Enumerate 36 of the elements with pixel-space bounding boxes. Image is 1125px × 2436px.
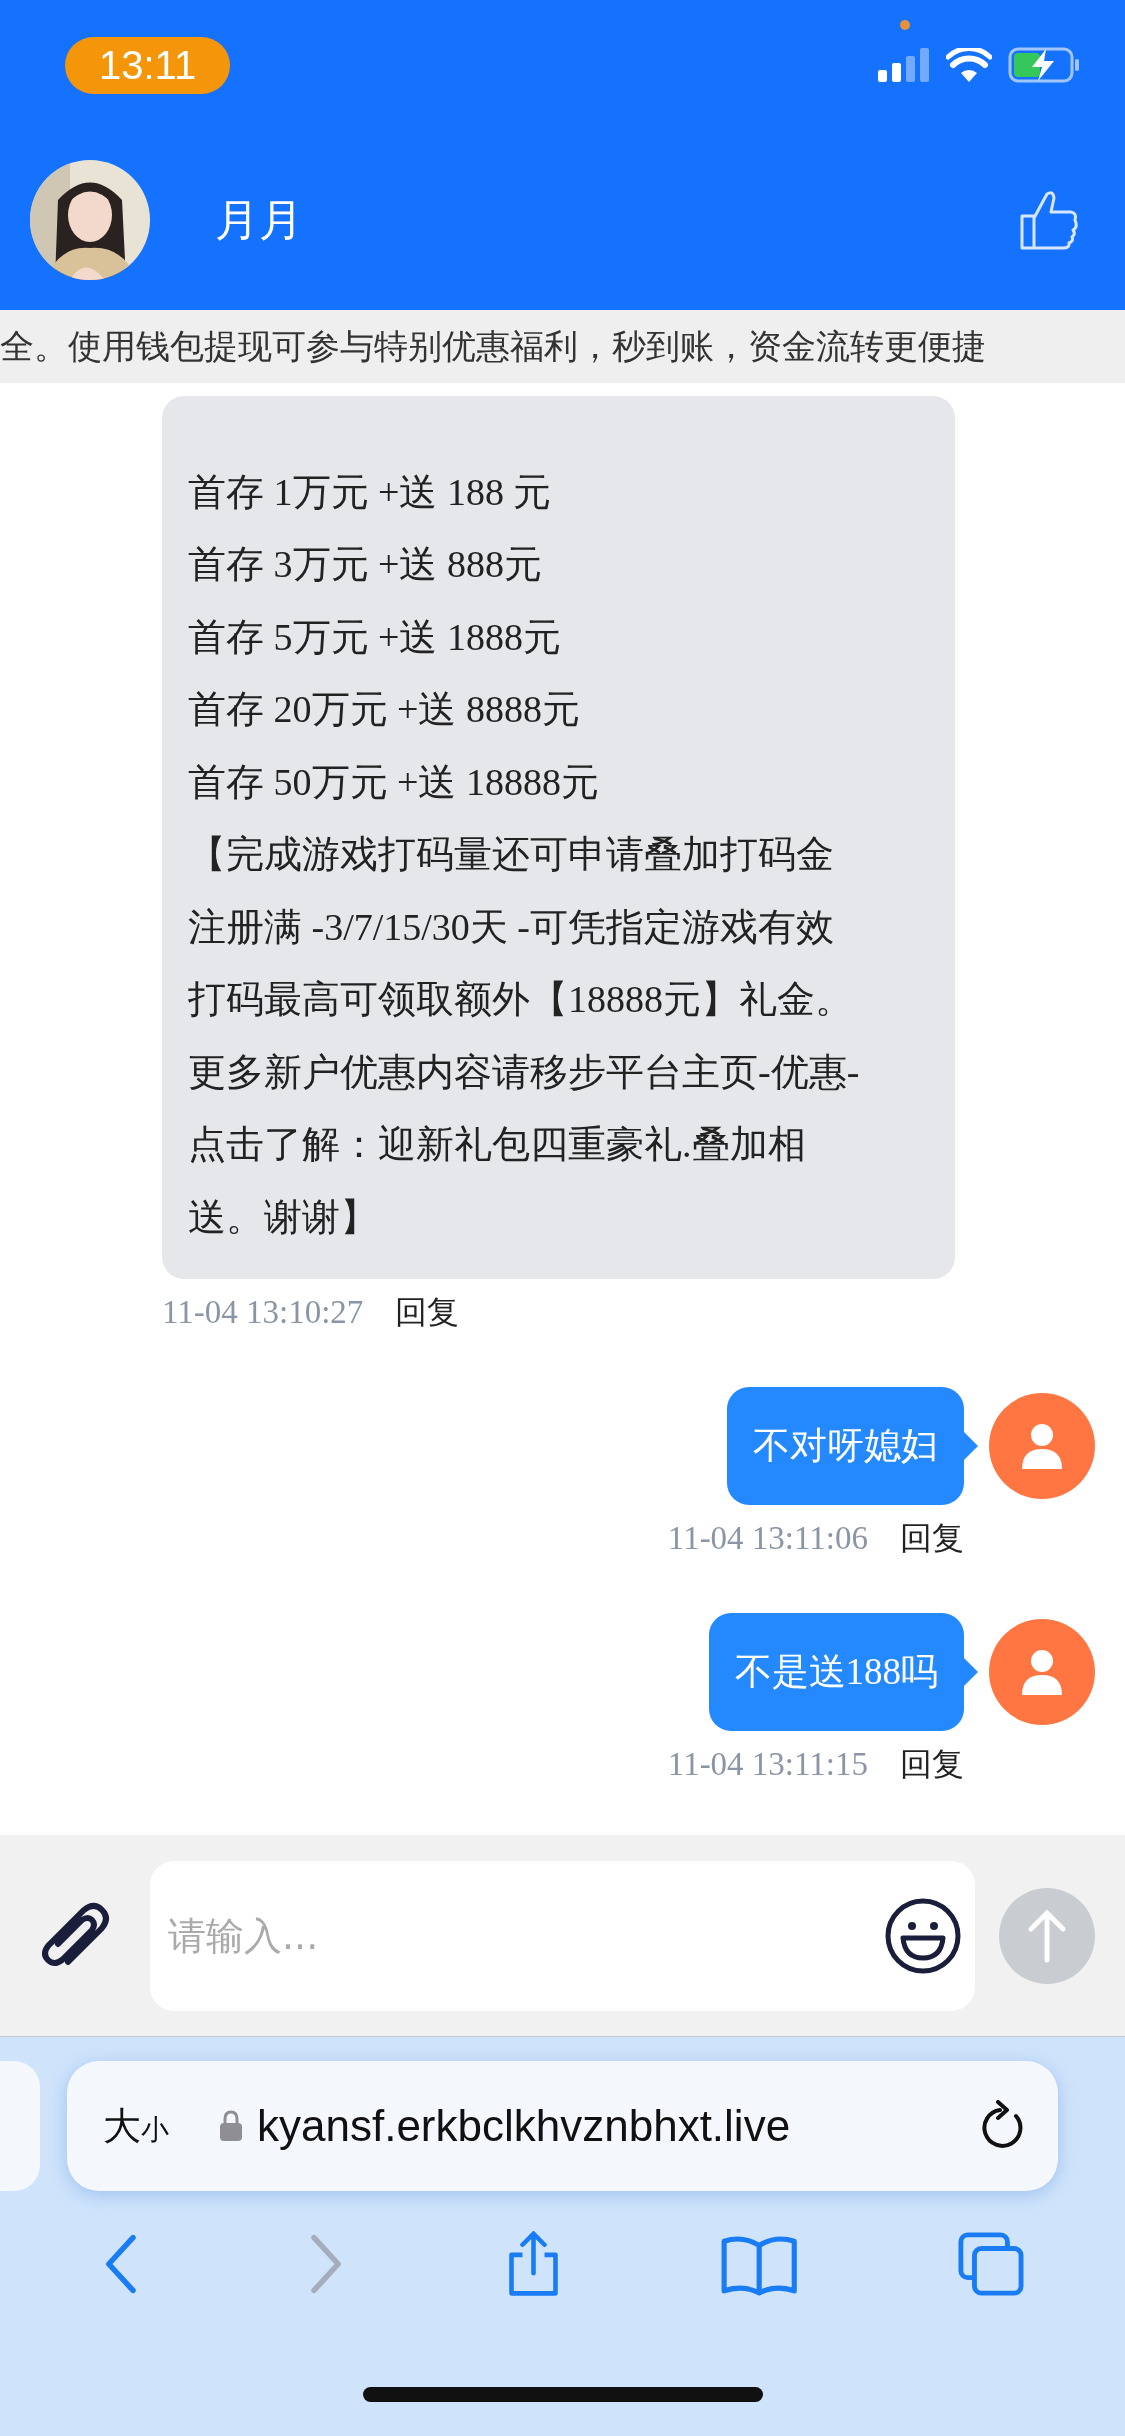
message-time: 11-04 13:10:27 xyxy=(162,1294,364,1331)
message-text: 首存 5万元 +送 1888元 xyxy=(188,614,562,660)
message-text: 首存 50万元 +送 18888元 xyxy=(188,759,600,805)
address-bar[interactable]: 大小 kyansf.erkbclkhvznbhxt.live xyxy=(67,2061,1058,2191)
message-text: 【完成游戏打码量还可申请叠加打码金 xyxy=(188,832,835,877)
url-text[interactable]: kyansf.erkbclkhvznbhxt.live xyxy=(257,2101,791,2151)
message-text: 更多新户优惠内容请移步平台主页-优惠- xyxy=(188,1049,861,1095)
announcement-marquee: 全。使用钱包提现可参与特别优惠福利，秒到账，资金流转更便捷 xyxy=(0,310,1125,383)
thumbs-up-icon[interactable] xyxy=(1019,188,1079,252)
text-size-button[interactable]: 大小 xyxy=(103,2100,169,2152)
reply-link[interactable]: 回复 xyxy=(900,1743,964,1787)
message-text: 送。谢谢】 xyxy=(188,1194,379,1240)
tabs-icon[interactable] xyxy=(957,2231,1026,2297)
message-input[interactable]: 请输入... xyxy=(150,1860,975,2011)
message-text: 点击了解：迎新礼包四重豪礼.叠加相 xyxy=(188,1122,807,1167)
message-text: 首存 20万元 +送 8888元 xyxy=(188,687,581,732)
user-avatar-icon xyxy=(989,1619,1095,1725)
message-text: 注册满 -3/7/15/30天 -可凭指定游戏有效 xyxy=(188,904,835,950)
lock-icon xyxy=(219,2110,243,2142)
message-text: 打码最高可领取额外【18888元】礼金。 xyxy=(188,977,854,1022)
message-text: 首存 3万元 +送 888元 xyxy=(188,542,543,587)
status-time: 13:11 xyxy=(65,36,231,94)
message-time: 11-04 13:11:06 xyxy=(667,1520,868,1557)
user-avatar-icon xyxy=(989,1393,1095,1499)
privacy-dot xyxy=(900,20,910,30)
contact-name: 月月 xyxy=(215,192,303,247)
wifi-icon xyxy=(946,48,992,82)
reply-link[interactable]: 回复 xyxy=(900,1517,964,1561)
signal-icon xyxy=(878,48,930,82)
message-text: 首存 1万元 +送 188 元 xyxy=(188,469,553,515)
message-text: 不是送188吗 xyxy=(734,1650,938,1694)
message-text: 不对呀媳妇 xyxy=(753,1424,938,1468)
reply-link[interactable]: 回复 xyxy=(395,1291,460,1335)
battery-charging-icon xyxy=(1008,47,1080,83)
send-button[interactable] xyxy=(999,1887,1095,1984)
message-time: 11-04 13:11:15 xyxy=(667,1746,868,1783)
